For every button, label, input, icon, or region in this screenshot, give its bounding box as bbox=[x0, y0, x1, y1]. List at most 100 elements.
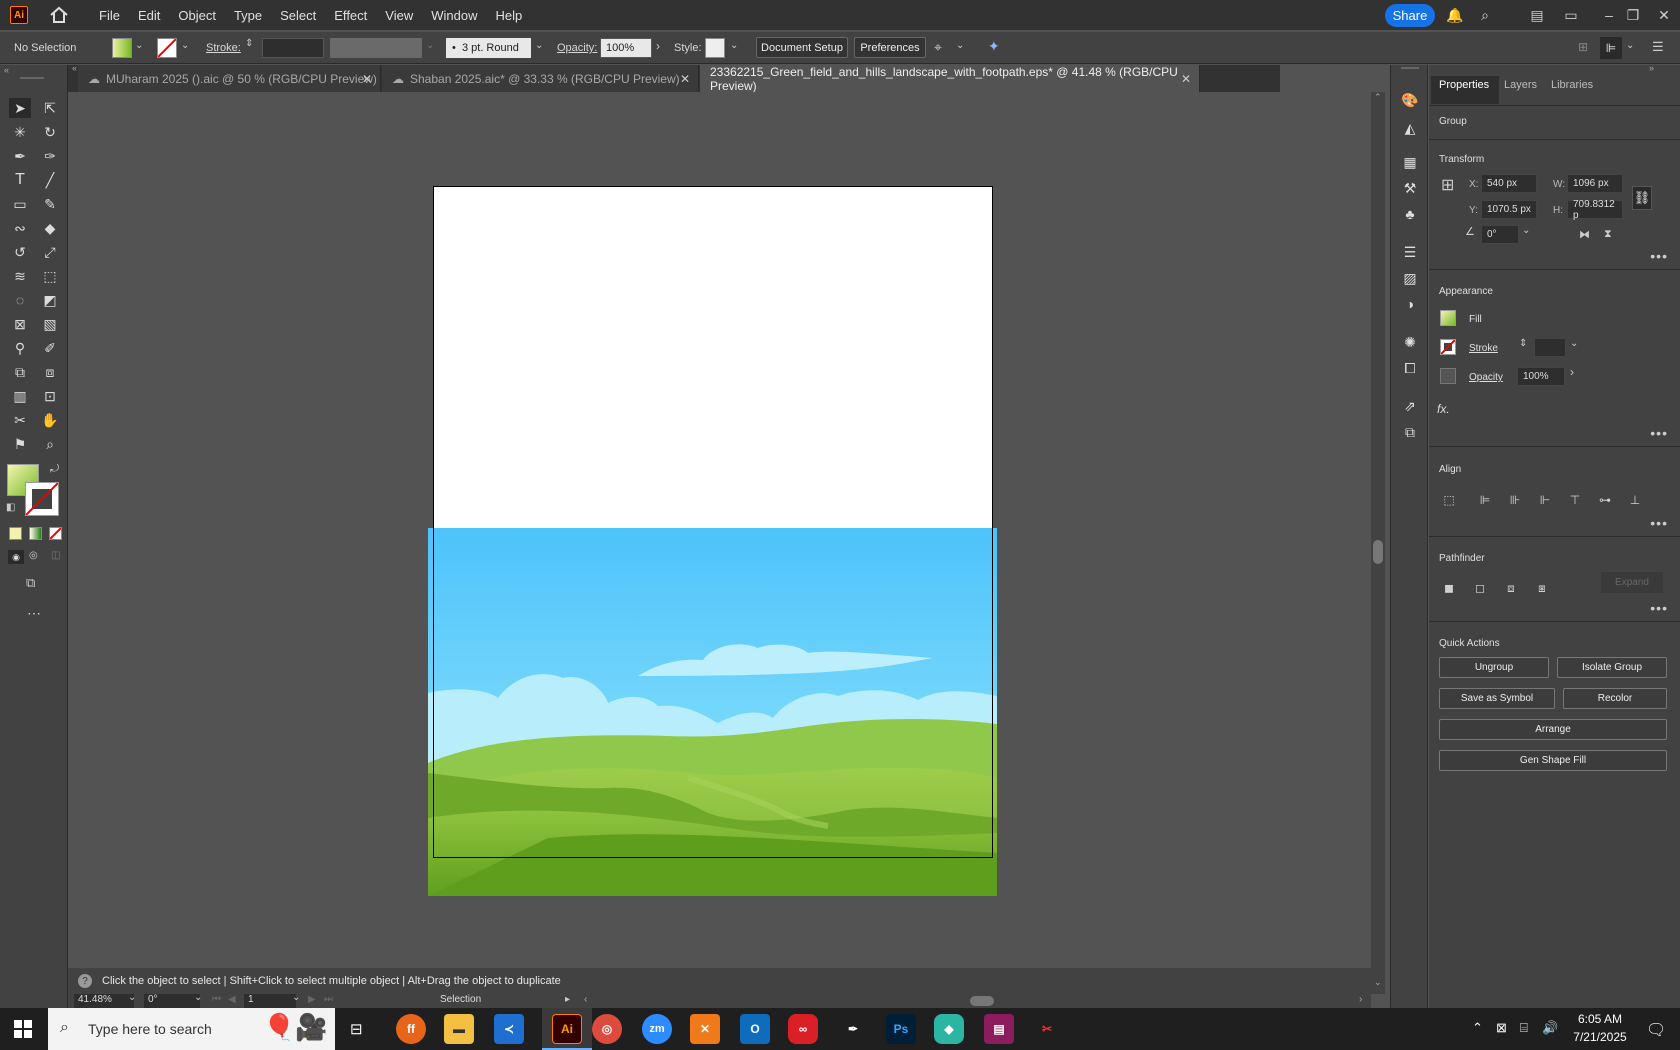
snipping-tool-icon[interactable]: ✂ bbox=[1032, 1014, 1062, 1044]
align-left-icon[interactable]: ⊫ bbox=[1477, 492, 1493, 508]
vertical-scrollbar[interactable]: ⌃ ⌄ bbox=[1371, 92, 1385, 994]
windows-start-icon[interactable] bbox=[14, 1020, 32, 1038]
pen-app-icon[interactable]: ✒ bbox=[838, 1014, 868, 1044]
clock-date[interactable]: 7/21/2025 bbox=[1566, 1030, 1634, 1044]
tab-libraries[interactable]: Libraries bbox=[1551, 79, 1593, 91]
intersect-icon[interactable]: ⧈ bbox=[1503, 580, 1519, 596]
stroke-panel-icon[interactable]: ☰ bbox=[1401, 243, 1419, 261]
angle-input[interactable]: 0° bbox=[1481, 225, 1519, 244]
align-to-icon[interactable]: ⬚ bbox=[1441, 492, 1457, 508]
chevron-down-icon[interactable]: ⌄ bbox=[535, 40, 543, 51]
close-tab-icon[interactable]: ✕ bbox=[362, 72, 372, 86]
mesh-tool-icon[interactable]: ⊠ bbox=[9, 314, 31, 334]
scroll-right-icon[interactable]: › bbox=[1359, 994, 1362, 1005]
app-diamond-icon[interactable]: ◆ bbox=[934, 1014, 964, 1044]
chevron-up-icon[interactable]: ⌃ bbox=[1472, 1020, 1483, 1036]
minus-front-icon[interactable]: ◻ bbox=[1472, 580, 1488, 596]
file-explorer-icon[interactable]: ▬ bbox=[444, 1014, 474, 1044]
symbols-icon[interactable]: ♣ bbox=[1401, 205, 1419, 223]
graphic-style-swatch[interactable] bbox=[705, 38, 725, 58]
align-bottom-icon[interactable]: ⊥ bbox=[1627, 492, 1643, 508]
chevron-down-icon[interactable]: ⌄ bbox=[1522, 225, 1530, 236]
magic-wand-icon[interactable]: ✳ bbox=[9, 122, 31, 142]
eyedropper-tool-icon[interactable]: ⚲ bbox=[9, 338, 31, 358]
fx-icon[interactable]: fx. bbox=[1437, 402, 1450, 416]
puppet-warp-tool-icon[interactable]: ⚑ bbox=[9, 434, 31, 454]
align-top-icon[interactable]: ⊤ bbox=[1567, 492, 1583, 508]
close-tab-icon[interactable]: ✕ bbox=[680, 72, 690, 86]
brushes-icon[interactable]: ⚒ bbox=[1401, 179, 1419, 197]
more-tools-icon[interactable]: ⋯ bbox=[27, 605, 41, 622]
draw-inside-icon[interactable]: ◫ bbox=[51, 550, 60, 561]
next-artboard-icon[interactable]: ▶ bbox=[308, 994, 316, 1005]
notification-icon[interactable]: 🗨 bbox=[1646, 1020, 1666, 1040]
graphic-styles-icon[interactable]: ⧠ bbox=[1401, 359, 1419, 377]
draw-normal-icon[interactable]: ◉ bbox=[8, 550, 24, 564]
x-input[interactable]: 540 px bbox=[1481, 174, 1537, 193]
stepper-icon[interactable]: ⇕ bbox=[1519, 338, 1527, 349]
symbol-sprayer-tool-icon[interactable]: ⧈ bbox=[39, 362, 61, 382]
more-options-icon[interactable]: ••• bbox=[1650, 515, 1668, 531]
menu-file[interactable]: File bbox=[90, 8, 129, 23]
menu-help[interactable]: Help bbox=[486, 8, 531, 23]
selection-tool-icon[interactable]: ➤ bbox=[9, 98, 31, 118]
photoshop-icon[interactable]: Ps bbox=[886, 1014, 916, 1044]
swap-colors-icon[interactable]: ⤾ bbox=[50, 463, 59, 476]
rotate-tool-icon[interactable]: ↺ bbox=[9, 242, 31, 262]
collapse-icon[interactable]: » bbox=[1649, 63, 1654, 73]
save-as-symbol-button[interactable]: Save as Symbol bbox=[1439, 688, 1555, 709]
xampp-icon[interactable]: ✕ bbox=[690, 1014, 720, 1044]
arrange-button[interactable]: Arrange bbox=[1439, 719, 1667, 740]
appearance-icon[interactable]: ✺ bbox=[1401, 333, 1419, 351]
chrome-icon[interactable]: ◎ bbox=[592, 1014, 622, 1044]
flip-vertical-icon[interactable]: ⧗ bbox=[1604, 228, 1612, 241]
grip[interactable] bbox=[1401, 67, 1419, 69]
lasso-tool-icon[interactable]: ↻ bbox=[39, 122, 61, 142]
tab-properties[interactable]: Properties bbox=[1439, 79, 1489, 91]
tab-muharam[interactable]: ☁ MUharam 2025 ().aic @ 50 % (RGB/CPU Pr… bbox=[78, 65, 381, 92]
outlook-icon[interactable]: O bbox=[740, 1014, 770, 1044]
stroke-swatch[interactable] bbox=[1440, 339, 1456, 355]
creative-cloud-icon[interactable]: ∞ bbox=[788, 1014, 818, 1044]
search-icon[interactable]: ⌕ bbox=[1476, 6, 1494, 24]
restore-icon[interactable]: ❐ bbox=[1624, 6, 1642, 24]
arrange-icon[interactable]: ⊞ bbox=[1578, 40, 1588, 54]
gen-shape-fill-button[interactable]: Gen Shape Fill bbox=[1439, 750, 1667, 771]
shape-builder-tool-icon[interactable]: ◌ bbox=[9, 290, 31, 310]
exclude-icon[interactable]: ⧆ bbox=[1534, 580, 1550, 596]
panel-toggle-icon[interactable]: ▭ bbox=[1562, 6, 1580, 24]
more-options-icon[interactable]: ••• bbox=[1650, 425, 1668, 441]
scroll-up-icon[interactable]: ⌃ bbox=[1374, 92, 1382, 103]
direct-selection-tool-icon[interactable]: ⇱ bbox=[39, 98, 61, 118]
artboard-number-input[interactable]: 1 bbox=[244, 994, 296, 1008]
artboard-tool-icon[interactable]: ⊡ bbox=[39, 386, 61, 406]
expand-button[interactable]: Expand bbox=[1601, 572, 1663, 593]
transform-icon[interactable]: ⌖ bbox=[934, 39, 942, 56]
fill-swatch[interactable] bbox=[112, 38, 132, 58]
swatches-icon[interactable]: ▦ bbox=[1401, 153, 1419, 171]
rectangle-tool-icon[interactable]: ▭ bbox=[9, 194, 31, 214]
none-mode-icon[interactable] bbox=[49, 527, 62, 540]
blend-tool-icon[interactable]: ⧉ bbox=[9, 362, 31, 382]
close-tab-icon[interactable]: ✕ bbox=[1181, 72, 1191, 86]
unite-icon[interactable]: ◼ bbox=[1441, 580, 1457, 596]
zoom-app-icon[interactable]: zm bbox=[642, 1014, 672, 1044]
help-icon[interactable]: ? bbox=[78, 974, 92, 988]
slice-tool-icon[interactable]: ✂ bbox=[9, 410, 31, 430]
align-hcenter-icon[interactable]: ⊪ bbox=[1507, 492, 1523, 508]
tab-landscape[interactable]: 23362215_Green_field_and_hills_landscape… bbox=[700, 65, 1200, 93]
illustrator-icon[interactable]: Ai bbox=[552, 1014, 582, 1044]
perspective-grid-tool-icon[interactable]: ◩ bbox=[39, 290, 61, 310]
tab-shaban[interactable]: ☁ Shaban 2025.aic* @ 33.33 % (RGB/CPU Pr… bbox=[382, 65, 699, 92]
workspace-icon[interactable]: ▤ bbox=[1528, 6, 1546, 24]
collapse-icon[interactable]: « bbox=[4, 65, 9, 75]
default-colors-icon[interactable]: ◧ bbox=[6, 502, 15, 513]
warp-tool-icon[interactable]: ≋ bbox=[9, 266, 31, 286]
align-toggle-icon[interactable]: ⊫ bbox=[1600, 37, 1622, 59]
stroke-label[interactable]: Stroke: bbox=[206, 42, 241, 54]
home-icon[interactable] bbox=[48, 5, 70, 25]
artboard[interactable] bbox=[433, 186, 993, 528]
variable-width-profile[interactable] bbox=[330, 38, 422, 58]
graph-tool-icon[interactable]: ▥ bbox=[9, 386, 31, 406]
stroke-swatch[interactable] bbox=[157, 38, 177, 58]
